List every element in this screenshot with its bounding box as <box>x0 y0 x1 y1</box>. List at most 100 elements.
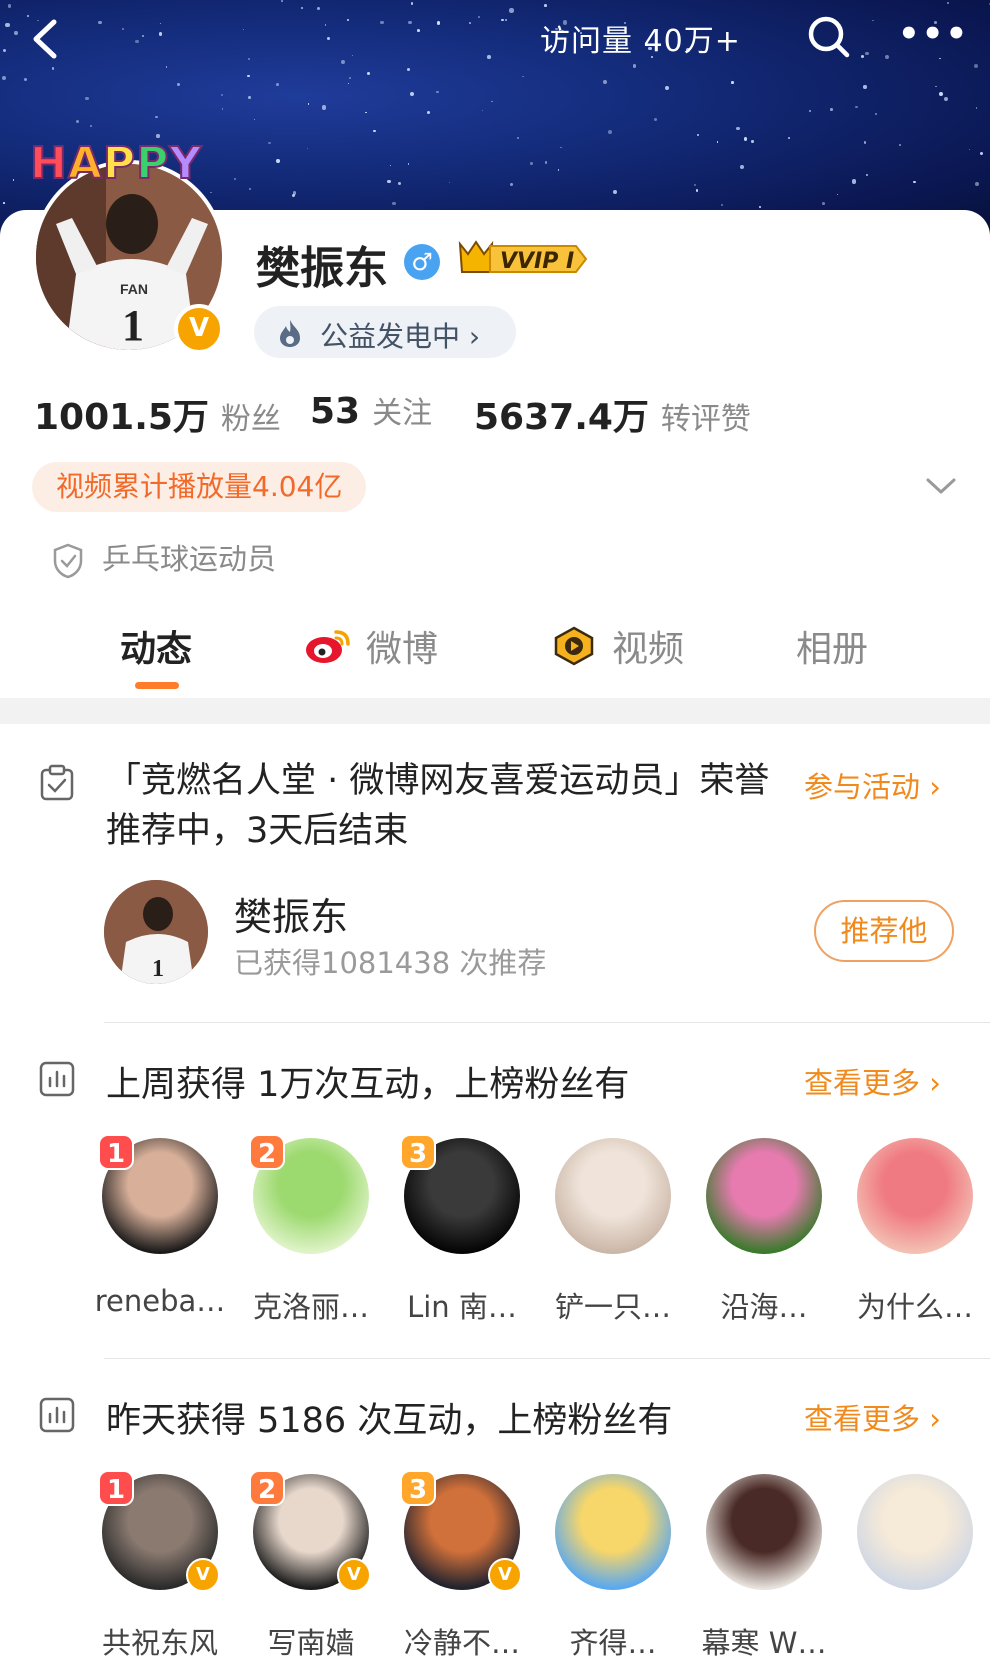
star-dot <box>75 119 80 123</box>
star-dot <box>865 174 868 177</box>
more-options-button[interactable]: ••• <box>898 14 967 60</box>
star-dot <box>721 204 723 206</box>
fan-avatar: 3 <box>400 1134 520 1254</box>
star-dot <box>220 93 224 97</box>
shield-icon <box>53 543 83 579</box>
fan-name: 幕寒 W… <box>701 1626 827 1660</box>
fan-item[interactable]: 2 V 写南嫱 <box>241 1470 381 1661</box>
fan-item[interactable]: 幕寒 W… <box>694 1474 834 1661</box>
back-button[interactable] <box>26 16 66 62</box>
stat-label: 关注 <box>372 396 433 431</box>
star-dot <box>913 180 916 184</box>
clipboard-check-icon <box>40 764 74 801</box>
charity-power-button[interactable]: 公益发电中 › <box>254 306 516 358</box>
fan-name: reneba… <box>94 1284 226 1318</box>
fan-item[interactable]: 齐得… <box>543 1474 683 1661</box>
star-dot <box>491 100 493 103</box>
recommend-him-button[interactable]: 推荐他 <box>814 900 954 962</box>
star-dot <box>836 193 839 196</box>
tab-video[interactable]: 视频 <box>550 610 684 682</box>
yesterday-interaction-title: 昨天获得 5186 次互动，上榜粉丝有 <box>106 1401 673 1441</box>
tab-label: 视频 <box>612 629 685 670</box>
join-activity-link[interactable]: 参与活动 › <box>804 764 941 806</box>
fan-avatar <box>857 1138 973 1254</box>
star-dot <box>248 187 252 191</box>
expand-profile-button[interactable] <box>924 474 958 498</box>
star-dot <box>731 81 735 84</box>
followers-stat[interactable]: 1001.5万 粉丝 <box>34 388 281 440</box>
weibo-icon <box>306 630 350 663</box>
recommend-avatar[interactable]: 1 <box>104 880 208 984</box>
fan-item[interactable]: 2 克洛丽… <box>241 1134 381 1326</box>
fan-name: 为什么… <box>856 1290 973 1324</box>
search-button[interactable] <box>806 14 852 60</box>
active-tab-indicator <box>135 682 179 689</box>
rank-badge: 3 <box>400 1470 436 1506</box>
star-dot <box>276 159 280 164</box>
tab-weibo[interactable]: 微博 <box>304 610 438 682</box>
tab-posts[interactable]: 动态 <box>120 610 192 682</box>
crown-icon: VVIP I <box>458 240 588 274</box>
star-dot <box>559 146 562 149</box>
star-dot <box>155 115 158 119</box>
star-dot <box>665 85 670 90</box>
yesterday-see-more-link[interactable]: 查看更多 › <box>804 1396 941 1438</box>
star-dot <box>808 110 811 113</box>
rank-badge: 2 <box>249 1134 285 1170</box>
star-dot <box>89 124 92 128</box>
top-bar: 访问量 40万+ ••• <box>0 0 990 80</box>
verified-badge-icon: V <box>174 304 224 354</box>
star-dot <box>85 96 89 100</box>
fan-item[interactable]: 1 reneba… <box>90 1134 230 1318</box>
star-dot <box>248 96 251 100</box>
svg-text:1: 1 <box>122 301 144 350</box>
fan-item[interactable] <box>845 1474 985 1620</box>
star-dot <box>448 181 451 184</box>
fan-avatar <box>555 1138 671 1254</box>
bar-chart-icon <box>39 1397 75 1433</box>
star-dot <box>863 140 867 144</box>
interactions-stat[interactable]: 5637.4万 转评赞 <box>474 388 751 440</box>
fan-item[interactable]: 为什么… <box>845 1138 985 1326</box>
star-dot <box>365 112 367 114</box>
svg-text:VVIP I: VVIP I <box>500 249 574 274</box>
video-play-count-badge[interactable]: 视频累计播放量4.04亿 <box>32 462 367 512</box>
star-dot <box>373 129 376 133</box>
vvip-badge[interactable]: VVIP I <box>456 240 588 278</box>
star-dot <box>975 106 978 109</box>
following-stat[interactable]: 53 关注 <box>310 388 432 432</box>
profile-stats: 1001.5万 粉丝 53 关注 5637.4万 转评赞 <box>34 388 934 438</box>
fan-avatar <box>706 1474 822 1590</box>
fan-item[interactable]: 铲一只… <box>543 1138 683 1326</box>
fan-item[interactable]: 3 V 冷静不… <box>392 1470 532 1661</box>
star-dot <box>695 188 699 192</box>
star-dot <box>510 183 514 187</box>
star-dot <box>221 108 224 110</box>
video-icon <box>554 626 594 666</box>
more-icon: ••• <box>898 14 970 54</box>
stat-value: 1001.5万 <box>34 397 209 438</box>
star-dot <box>696 134 699 137</box>
fan-item[interactable]: 沿海… <box>694 1138 834 1326</box>
tab-album[interactable]: 相册 <box>796 610 868 682</box>
star-dot <box>851 179 857 184</box>
chevron-down-icon <box>926 478 956 494</box>
star-dot <box>410 92 415 97</box>
fan-avatar <box>857 1474 973 1590</box>
star-dot <box>176 82 181 87</box>
star-dot <box>392 201 396 206</box>
rank-badge: 3 <box>400 1134 436 1170</box>
star-dot <box>389 164 392 167</box>
back-arrow-icon <box>33 19 57 59</box>
fan-avatar: 1 <box>98 1134 218 1254</box>
star-dot <box>788 137 790 140</box>
star-dot <box>693 183 697 187</box>
divider <box>104 1358 990 1359</box>
weekly-see-more-link[interactable]: 查看更多 › <box>804 1060 941 1102</box>
recommend-name: 樊振东 <box>234 895 349 939</box>
star-dot <box>603 80 608 85</box>
flame-icon <box>280 320 300 347</box>
fan-item[interactable]: 3 Lin 南… <box>392 1134 532 1326</box>
star-dot <box>938 91 943 96</box>
fan-item[interactable]: 1 V 共祝东风 <box>90 1470 230 1661</box>
